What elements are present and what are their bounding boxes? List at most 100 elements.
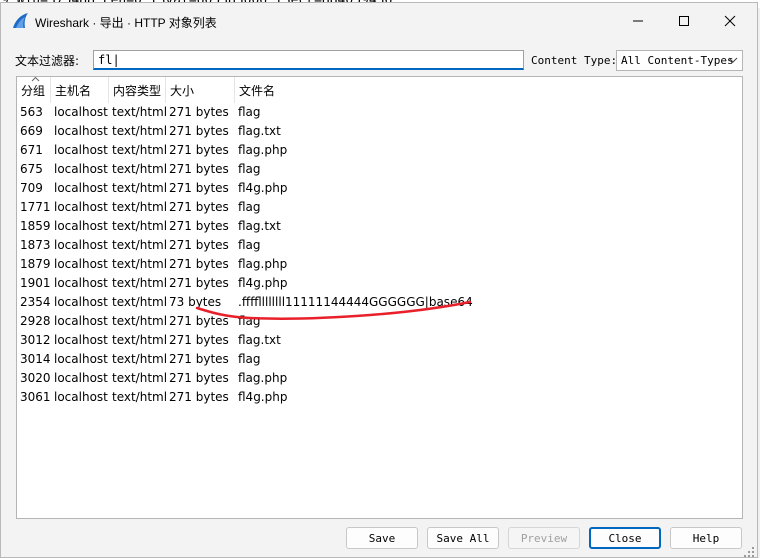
cell-packet: 563	[20, 105, 43, 119]
table-row[interactable]: 1901 localhost text/html 271 bytes fl4g.php	[17, 274, 742, 293]
cell-content-type: text/html	[112, 295, 168, 309]
cell-size: 271 bytes	[169, 105, 229, 119]
title-bar[interactable]: Wireshark · 导出 · HTTP 对象列表	[1, 3, 757, 39]
cell-hostname: localhost	[54, 181, 108, 195]
table-row[interactable]: 709 localhost text/html 271 bytes fl4g.php	[17, 179, 742, 198]
cell-packet: 675	[20, 162, 43, 176]
cell-hostname: localhost	[54, 105, 108, 119]
cell-hostname: localhost	[54, 219, 108, 233]
column-header-hostname[interactable]: 主机名	[51, 77, 109, 103]
close-button[interactable]: Close	[589, 527, 661, 549]
cell-filename: .ffffllllllll11111144444GGGGGG|base64	[238, 295, 473, 309]
cell-size: 271 bytes	[169, 124, 229, 138]
table-row[interactable]: 1771 localhost text/html 271 bytes flag	[17, 198, 742, 217]
cell-content-type: text/html	[112, 333, 168, 347]
chevron-down-icon	[728, 57, 738, 63]
cell-packet: 671	[20, 143, 43, 157]
cell-content-type: text/html	[112, 219, 168, 233]
window-title: Wireshark · 导出 · HTTP 对象列表	[35, 16, 217, 30]
cell-content-type: text/html	[112, 276, 168, 290]
cell-filename: flag.php	[238, 371, 288, 385]
cell-size: 271 bytes	[169, 276, 229, 290]
cell-content-type: text/html	[112, 390, 168, 404]
content-type-select[interactable]: All Content-Types	[616, 50, 743, 71]
cell-filename: flag	[238, 314, 261, 328]
cell-filename: flag.txt	[238, 124, 281, 138]
resize-grip-icon[interactable]	[743, 546, 755, 558]
cell-filename: flag.txt	[238, 219, 281, 233]
cell-size: 271 bytes	[169, 200, 229, 214]
table-row[interactable]: 3014 localhost text/html 271 bytes flag	[17, 350, 742, 369]
cell-size: 271 bytes	[169, 238, 229, 252]
close-window-button[interactable]	[707, 3, 753, 39]
cell-packet: 2354	[20, 295, 51, 309]
table-row[interactable]: 2354 localhost text/html 73 bytes .fffflllll…	[17, 293, 742, 312]
cell-hostname: localhost	[54, 390, 108, 404]
cell-packet: 1901	[20, 276, 51, 290]
text-filter-input[interactable]: fl|	[93, 50, 524, 70]
cell-hostname: localhost	[54, 314, 108, 328]
cell-filename: flag.php	[238, 257, 288, 271]
column-header-label: 分组	[21, 83, 46, 98]
table-row[interactable]: 669 localhost text/html 271 bytes flag.txt	[17, 122, 742, 141]
cell-size: 271 bytes	[169, 162, 229, 176]
cell-content-type: text/html	[112, 257, 168, 271]
cell-size: 271 bytes	[169, 143, 229, 157]
cell-filename: flag	[238, 162, 261, 176]
table-row[interactable]: 675 localhost text/html 271 bytes flag	[17, 160, 742, 179]
table-row[interactable]: 1879 localhost text/html 271 bytes flag.php	[17, 255, 742, 274]
cell-hostname: localhost	[54, 124, 108, 138]
column-header-label: 主机名	[55, 83, 92, 98]
table-row[interactable]: 671 localhost text/html 271 bytes flag.php	[17, 141, 742, 160]
cell-size: 271 bytes	[169, 257, 229, 271]
cell-filename: flag	[238, 238, 261, 252]
column-header-filename[interactable]: 文件名	[235, 77, 742, 103]
table-row[interactable]: 3020 localhost text/html 271 bytes flag.php	[17, 369, 742, 388]
cell-hostname: localhost	[54, 371, 108, 385]
cell-hostname: localhost	[54, 352, 108, 366]
cell-size: 271 bytes	[169, 181, 229, 195]
http-objects-table[interactable]: 分组 主机名 内容类型 大小 文件名 563 localhost text/html…	[16, 76, 743, 519]
maximize-button[interactable]	[661, 3, 707, 39]
help-button[interactable]: Help	[670, 527, 742, 549]
close-icon	[724, 15, 736, 27]
cell-size: 73 bytes	[169, 295, 222, 309]
cell-packet: 709	[20, 181, 43, 195]
column-header-content-type[interactable]: 内容类型	[109, 77, 166, 103]
cell-filename: fl4g.php	[238, 276, 288, 290]
minimize-button[interactable]	[615, 3, 661, 39]
cell-content-type: text/html	[112, 143, 168, 157]
table-header: 分组 主机名 内容类型 大小 文件名	[17, 77, 742, 103]
maximize-icon	[679, 16, 689, 26]
cell-size: 271 bytes	[169, 314, 229, 328]
text-filter-label: 文本过滤器:	[15, 54, 80, 68]
save-all-button[interactable]: Save All	[427, 527, 499, 549]
table-row[interactable]: 2928 localhost text/html 271 bytes flag	[17, 312, 742, 331]
cell-filename: flag	[238, 200, 261, 214]
column-header-label: 大小	[170, 83, 195, 98]
cell-filename: fl4g.php	[238, 390, 288, 404]
cell-filename: fl4g.php	[238, 181, 288, 195]
cell-packet: 1771	[20, 200, 51, 214]
column-header-packet[interactable]: 分组	[17, 77, 51, 103]
cell-content-type: text/html	[112, 105, 168, 119]
table-body: 563 localhost text/html 271 bytes flag 669 loc…	[17, 103, 742, 407]
table-row[interactable]: 1859 localhost text/html 271 bytes flag.txt	[17, 217, 742, 236]
save-button[interactable]: Save	[346, 527, 418, 549]
cell-packet: 1879	[20, 257, 51, 271]
cell-packet: 669	[20, 124, 43, 138]
cell-size: 271 bytes	[169, 371, 229, 385]
column-header-size[interactable]: 大小	[166, 77, 235, 103]
table-row[interactable]: 3012 localhost text/html 271 bytes flag.txt	[17, 331, 742, 350]
table-row[interactable]: 3061 localhost text/html 271 bytes fl4g.php	[17, 388, 742, 407]
table-row[interactable]: 1873 localhost text/html 271 bytes flag	[17, 236, 742, 255]
cell-packet: 1873	[20, 238, 51, 252]
sort-ascending-icon	[31, 77, 40, 82]
preview-button[interactable]: Preview	[508, 527, 580, 549]
table-row[interactable]: 563 localhost text/html 271 bytes flag	[17, 103, 742, 122]
cell-filename: flag.txt	[238, 333, 281, 347]
cell-size: 271 bytes	[169, 333, 229, 347]
content-type-selected-value: All Content-Types	[621, 54, 734, 67]
wireshark-fin-icon	[13, 13, 28, 28]
minimize-icon	[633, 20, 643, 22]
